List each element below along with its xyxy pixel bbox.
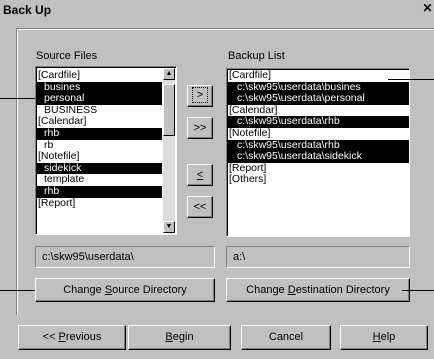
scroll-down-arrow-icon[interactable]: ▼ xyxy=(163,221,175,233)
begin-button[interactable]: Begin xyxy=(128,325,231,350)
source-directory-field: c:\skw95\userdata\ xyxy=(35,246,215,268)
backup-dialog: Back Up ✕ Source Files Backup List [Card… xyxy=(0,0,434,359)
previous-button[interactable]: << Previous xyxy=(18,325,126,350)
source-button-callout xyxy=(0,290,35,291)
backup-list-item[interactable]: c:\skw95\userdata\sidekick xyxy=(227,151,409,163)
previous-text-b: revious xyxy=(65,331,102,343)
remove-all-button[interactable]: << xyxy=(187,196,213,218)
help-mnemonic: H xyxy=(372,331,381,343)
source-list-item[interactable]: [Notefile] xyxy=(36,151,162,163)
backup-list[interactable]: [Cardfile] c:\skw95\userdata\busines c:\sk… xyxy=(226,68,410,237)
change-destination-mnemonic: D xyxy=(287,284,296,296)
begin-text: egin xyxy=(172,331,194,343)
source-list-item[interactable]: [Report] xyxy=(36,197,162,210)
backup-list-item[interactable]: [Notefile] xyxy=(227,127,409,140)
backup-list-item[interactable]: [Cardfile] xyxy=(227,69,409,82)
window-title: Back Up xyxy=(3,3,52,17)
destination-button-callout xyxy=(402,290,434,291)
help-button[interactable]: Help xyxy=(340,325,428,350)
source-list-item[interactable]: [Cardfile] xyxy=(36,69,162,82)
begin-mnemonic: B xyxy=(165,331,173,343)
backup-list-callout xyxy=(388,79,434,80)
backup-list-label: Backup List xyxy=(228,50,285,62)
previous-text-a: << xyxy=(42,331,59,343)
source-list-callout xyxy=(0,98,35,99)
add-selected-button[interactable]: > xyxy=(187,85,213,107)
add-all-button[interactable]: >> xyxy=(187,117,213,139)
cancel-button[interactable]: Cancel xyxy=(241,325,331,350)
scroll-thumb[interactable] xyxy=(163,84,175,136)
source-list-item[interactable]: rhb xyxy=(36,127,162,140)
close-icon[interactable]: ✕ xyxy=(421,1,434,16)
source-scrollbar[interactable]: ▲ ▼ xyxy=(163,68,175,233)
scroll-up-arrow-icon[interactable]: ▲ xyxy=(163,68,175,80)
destination-directory-field: a:\ xyxy=(226,246,410,268)
source-items: [Cardfile] busines personal BUSINESS [Calend… xyxy=(36,67,176,209)
remove-selected-button[interactable]: < xyxy=(187,164,213,186)
source-files-label: Source Files xyxy=(36,50,98,62)
backup-list-item[interactable]: [Others] xyxy=(227,174,409,186)
change-source-directory-button[interactable]: Change Source Directory xyxy=(35,278,215,302)
title-bar: Back Up ✕ xyxy=(0,0,434,19)
change-destination-directory-button[interactable]: Change Destination Directory xyxy=(226,278,410,302)
change-destination-text-a: Change xyxy=(246,284,288,296)
backup-items: [Cardfile] c:\skw95\userdata\busines c:\sk… xyxy=(227,69,409,186)
add-selected-label: > xyxy=(191,87,209,103)
source-list-item[interactable]: rhb xyxy=(36,185,162,198)
change-source-text-a: Change xyxy=(63,284,105,296)
previous-mnemonic: P xyxy=(58,331,66,343)
source-files-list[interactable]: [Cardfile] busines personal BUSINESS [Calend… xyxy=(35,66,177,235)
change-destination-text-b: estination Directory xyxy=(295,284,390,296)
change-source-text-b: ource Directory xyxy=(112,284,187,296)
help-text: elp xyxy=(380,331,396,343)
